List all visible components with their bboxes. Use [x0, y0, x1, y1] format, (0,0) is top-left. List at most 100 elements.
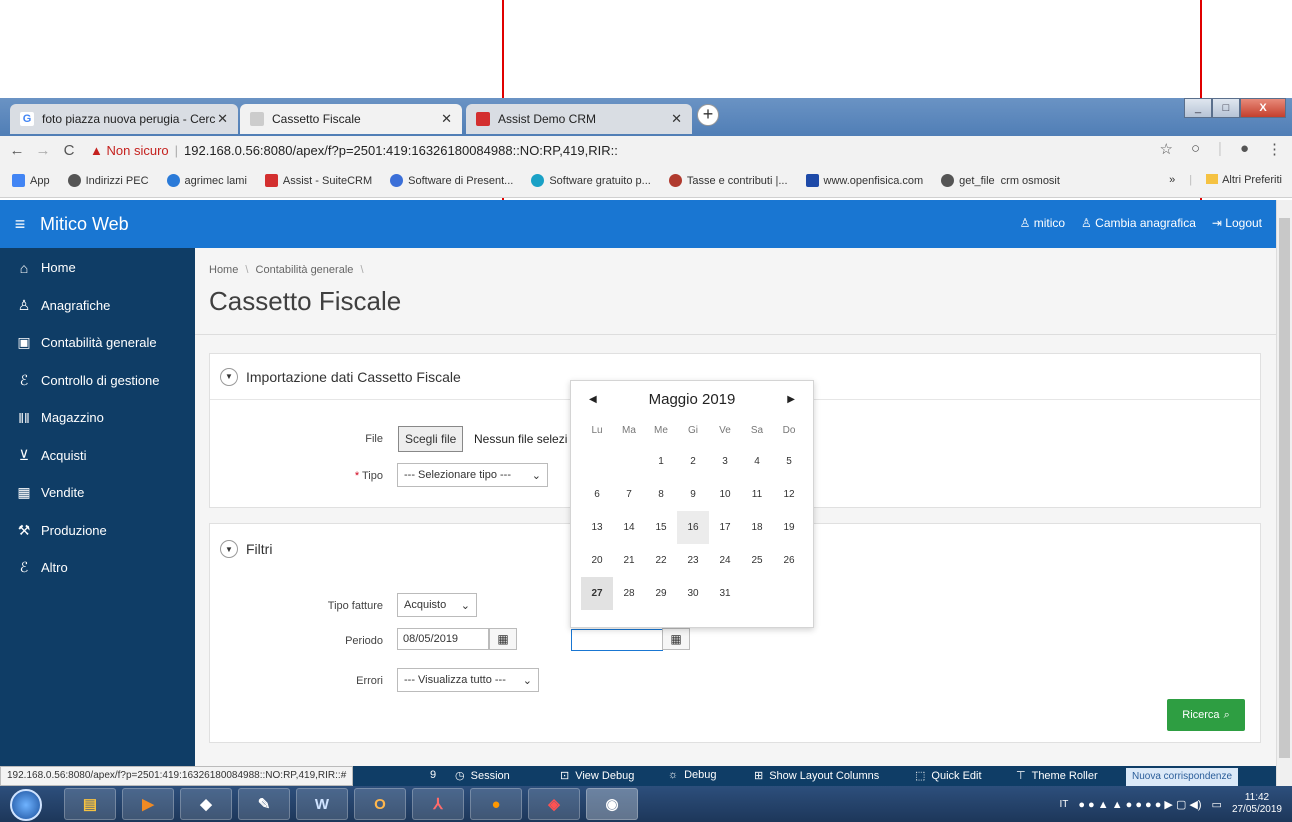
scrollbar-thumb[interactable]: [1279, 218, 1290, 758]
datepicker-day[interactable]: 29: [645, 577, 677, 610]
datepicker-day[interactable]: 14: [613, 511, 645, 544]
datepicker-day[interactable]: 1: [645, 445, 677, 478]
dev-toolbar-quick-edit[interactable]: ⬚ Quick Edit: [915, 769, 982, 783]
word-icon[interactable]: W: [296, 788, 348, 820]
errori-select[interactable]: --- Visualizza tutto --- ⌄: [397, 668, 539, 692]
choose-file-button[interactable]: Scegli file: [398, 426, 464, 452]
datepicker-day[interactable]: 16: [677, 511, 709, 544]
datepicker-day[interactable]: 10: [709, 478, 741, 511]
datepicker-day[interactable]: 20: [581, 544, 613, 577]
back-icon[interactable]: ←: [4, 142, 30, 159]
next-month-icon[interactable]: ▶: [787, 394, 795, 405]
collapse-icon[interactable]: ▼: [220, 540, 238, 558]
forward-icon[interactable]: →: [30, 142, 56, 159]
close-icon[interactable]: ✕: [671, 111, 682, 127]
datepicker-day[interactable]: 12: [773, 478, 805, 511]
datepicker-day[interactable]: 23: [677, 544, 709, 577]
bookmark-item[interactable]: Indirizzi PEC: [67, 174, 149, 187]
prev-month-icon[interactable]: ◀: [589, 394, 597, 405]
datepicker-day[interactable]: 26: [773, 544, 805, 577]
user-menu[interactable]: ♙ mitico: [1020, 216, 1065, 230]
action-center-icon[interactable]: ▭: [1212, 798, 1222, 811]
new-correspondence-button[interactable]: Nuova corrispondenze: [1126, 768, 1239, 786]
sidebar-item-vendite[interactable]: ▦ Vendite: [0, 474, 195, 512]
datepicker-day[interactable]: 24: [709, 544, 741, 577]
page-scrollbar[interactable]: [1276, 200, 1292, 786]
close-window-button[interactable]: X: [1240, 98, 1286, 118]
dev-toolbar-partial[interactable]: 9: [430, 769, 436, 781]
firefox-icon[interactable]: ●: [470, 788, 522, 820]
star-icon[interactable]: ☆: [1160, 140, 1173, 158]
bookmark-item[interactable]: Software di Present...: [390, 174, 513, 187]
bookmark-item[interactable]: Assist - SuiteCRM: [264, 174, 372, 187]
sidebar-item-anagrafiche[interactable]: ♙ Anagrafiche: [0, 287, 195, 325]
datepicker-day[interactable]: 25: [741, 544, 773, 577]
periodo-from-input[interactable]: 08/05/2019: [397, 628, 489, 650]
chrome-icon[interactable]: ◉: [586, 788, 638, 820]
dev-toolbar-theme-roller[interactable]: ⊤ Theme Roller: [1016, 769, 1098, 783]
media-player-icon[interactable]: ▶: [122, 788, 174, 820]
sidebar-item-contabilita[interactable]: ▣ Contabilità generale: [0, 324, 195, 362]
url-input[interactable]: 192.168.0.56:8080/apex/f?p=2501:419:1632…: [184, 143, 618, 158]
calendar-icon[interactable]: ▦: [662, 628, 690, 650]
datepicker-day[interactable]: 27: [581, 577, 613, 610]
logout-link[interactable]: ⇥ Logout: [1212, 216, 1262, 230]
outlook-icon[interactable]: O: [354, 788, 406, 820]
datepicker-day[interactable]: 11: [741, 478, 773, 511]
bookmark-item[interactable]: get_file: [941, 174, 995, 187]
breadcrumb-contabilita[interactable]: Contabilità generale: [256, 264, 354, 276]
not-secure-warning[interactable]: ▲ Non sicuro: [90, 143, 169, 158]
tray-icons[interactable]: ● ● ▲ ▲ ● ● ● ● ▶ ▢ ◀): [1078, 798, 1201, 811]
datepicker-day[interactable]: 19: [773, 511, 805, 544]
bookmark-item[interactable]: crm osmosit: [1001, 175, 1060, 187]
datepicker-day[interactable]: 3: [709, 445, 741, 478]
bookmark-item[interactable]: App: [12, 174, 50, 187]
datepicker-day[interactable]: 6: [581, 478, 613, 511]
anydesk-icon[interactable]: ◈: [528, 788, 580, 820]
app-brand[interactable]: Mitico Web: [40, 214, 129, 235]
profile-icon[interactable]: ●: [1240, 140, 1249, 158]
browser-tab[interactable]: G foto piazza nuova perugia - Cerc ✕: [10, 104, 238, 134]
minimize-button[interactable]: _: [1184, 98, 1212, 118]
extension-icon[interactable]: ○: [1191, 140, 1200, 158]
datepicker-day[interactable]: 30: [677, 577, 709, 610]
hamburger-menu-icon[interactable]: ≡: [0, 214, 40, 235]
menu-dots-icon[interactable]: ⋮: [1267, 140, 1282, 158]
datepicker-day[interactable]: 28: [613, 577, 645, 610]
datepicker-day[interactable]: 13: [581, 511, 613, 544]
datepicker-day[interactable]: 4: [741, 445, 773, 478]
sidebar-item-produzione[interactable]: ⚒ Produzione: [0, 512, 195, 550]
datepicker-day[interactable]: 31: [709, 577, 741, 610]
acrobat-icon[interactable]: ⅄: [412, 788, 464, 820]
bookmarks-overflow[interactable]: »: [1169, 174, 1175, 186]
change-registry-link[interactable]: ♙ Cambia anagrafica: [1081, 216, 1196, 230]
datepicker-day[interactable]: 7: [613, 478, 645, 511]
close-icon[interactable]: ✕: [217, 111, 228, 127]
gimp-icon[interactable]: ✎: [238, 788, 290, 820]
datepicker-day[interactable]: 21: [613, 544, 645, 577]
datepicker-day[interactable]: 15: [645, 511, 677, 544]
close-icon[interactable]: ✕: [441, 111, 452, 127]
new-tab-button[interactable]: +: [697, 104, 719, 126]
sidebar-item-home[interactable]: ⌂ Home: [0, 249, 195, 287]
other-bookmarks[interactable]: Altri Preferiti: [1206, 174, 1282, 186]
tipo-select[interactable]: --- Selezionare tipo --- ⌄: [397, 463, 548, 487]
bookmark-item[interactable]: agrimec lami: [166, 174, 247, 187]
bookmark-item[interactable]: Tasse e contributi |...: [668, 174, 788, 187]
inkscape-icon[interactable]: ◆: [180, 788, 232, 820]
maximize-button[interactable]: □: [1212, 98, 1240, 118]
search-button[interactable]: Ricerca ⌕: [1167, 699, 1245, 731]
datepicker-day[interactable]: 5: [773, 445, 805, 478]
dev-toolbar-session[interactable]: ◷ Session: [455, 769, 510, 783]
bookmark-item[interactable]: www.openfisica.com: [805, 174, 923, 187]
start-button[interactable]: [10, 789, 42, 821]
periodo-to-input[interactable]: [571, 629, 663, 651]
bookmark-item[interactable]: Software gratuito p...: [531, 174, 651, 187]
dev-toolbar-view-debug[interactable]: ⊡ View Debug: [560, 769, 634, 783]
calendar-icon[interactable]: ▦: [489, 628, 517, 650]
reload-icon[interactable]: C: [56, 142, 82, 159]
dev-toolbar-debug[interactable]: ☼ Debug: [668, 769, 717, 781]
input-language[interactable]: IT: [1059, 799, 1068, 810]
browser-tab[interactable]: Assist Demo CRM ✕: [466, 104, 692, 134]
collapse-icon[interactable]: ▼: [220, 367, 238, 386]
